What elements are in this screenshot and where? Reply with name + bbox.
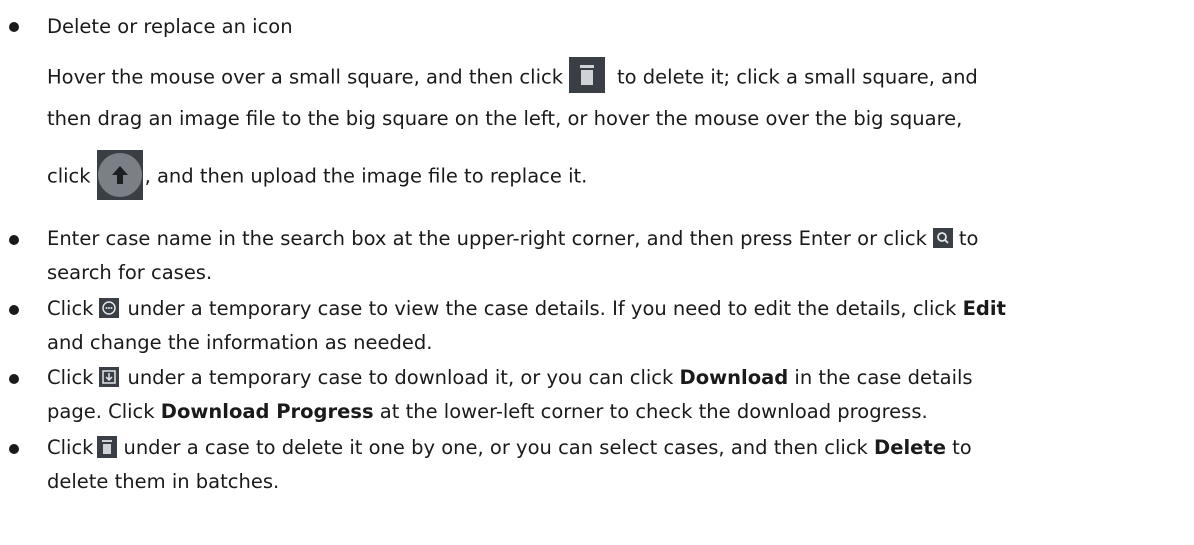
bullet-dot (9, 374, 19, 384)
item-heading: Delete or replace an icon (47, 14, 293, 40)
download-icon (99, 366, 120, 387)
trash-icon (97, 435, 118, 458)
bold-term-edit: Edit (962, 297, 1006, 320)
document-page: Delete or replace an icon Hover the mous… (0, 0, 1194, 545)
line-text: click (47, 164, 91, 188)
line-text: Hover the mouse over a small square, and… (47, 65, 563, 89)
bullet-dot (9, 444, 19, 454)
item-line: search for cases. (47, 260, 212, 286)
item-line: Hover the mouse over a small square, and… (47, 57, 978, 96)
line-text: then drag an image file to the big squar… (47, 107, 963, 130)
line-text: Enter case name in the search box at the… (47, 227, 927, 250)
bold-term-download: Download (679, 366, 789, 389)
item-line: click , and then upload the image file to… (47, 150, 588, 202)
item-heading-text: Delete or replace an icon (47, 15, 293, 38)
item-line: page. Click Download Progress at the low… (47, 399, 928, 425)
line-text: , and then upload the image file to repl… (144, 164, 588, 188)
line-text: to (958, 227, 979, 250)
bold-term-delete: Delete (874, 436, 946, 459)
line-text: in the case details (794, 366, 973, 389)
item-line: and change the information as needed. (47, 330, 432, 356)
more-details-icon (99, 297, 120, 318)
search-icon (932, 227, 953, 248)
upload-arrow-icon (96, 150, 143, 200)
bullet-dot (9, 305, 19, 315)
line-text: delete them in batches. (47, 470, 280, 493)
line-text: Click (47, 366, 94, 389)
line-text: under a temporary case to download it, o… (127, 366, 674, 389)
trash-icon (569, 57, 605, 93)
item-line: Enter case name in the search box at the… (47, 226, 978, 252)
line-text: under a case to delete it one by one, or… (123, 436, 868, 459)
line-text: search for cases. (47, 261, 213, 284)
line-text: Click (47, 436, 94, 459)
line-text: to (952, 436, 972, 459)
line-text: Click (47, 297, 94, 320)
line-text: under a temporary case to view the case … (127, 297, 957, 320)
bullet-dot (9, 235, 19, 245)
line-text: to delete it; click a small square, and (617, 65, 978, 89)
item-line: Click under a temporary case to view the … (47, 296, 1006, 322)
line-text: at the lower-left corner to check the do… (379, 400, 928, 423)
item-line: then drag an image file to the big squar… (47, 106, 962, 132)
line-text: page. Click (47, 400, 155, 423)
bold-term-download-progress: Download Progress (160, 400, 374, 423)
item-line: delete them in batches. (47, 469, 279, 495)
item-line: Click under a case to delete it one by on… (47, 435, 972, 461)
line-text: and change the information as needed. (47, 331, 433, 354)
bullet-dot (9, 22, 19, 32)
item-line: Click under a temporary case to download … (47, 365, 973, 391)
